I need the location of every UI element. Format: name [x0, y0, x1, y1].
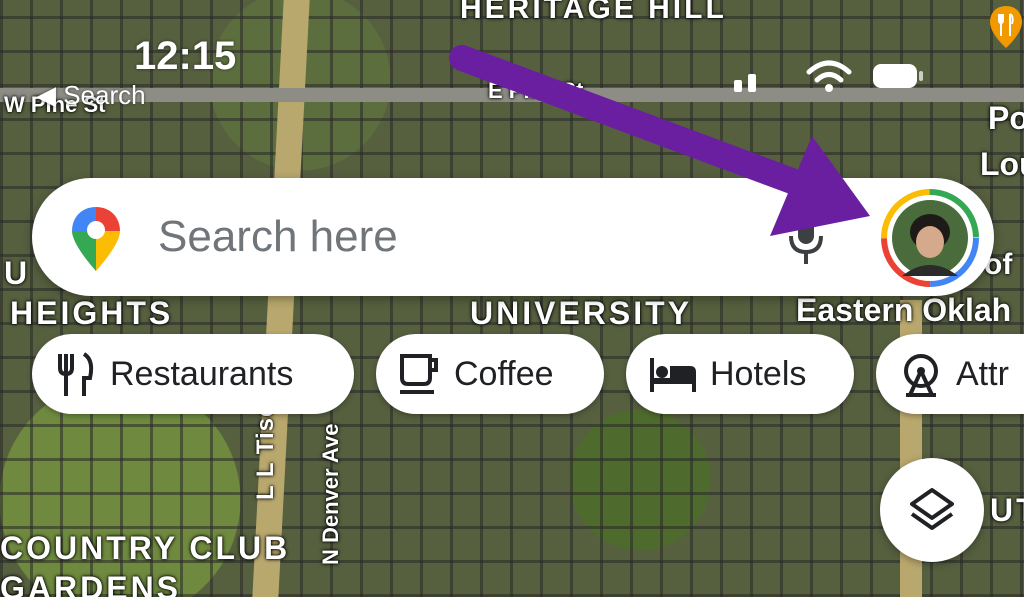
restaurant-pin-icon[interactable] [988, 4, 1024, 50]
account-avatar-button[interactable] [880, 188, 980, 288]
map-label-n-denver: N Denver Ave [318, 423, 343, 565]
back-to-search-link[interactable]: ◀ Search [36, 80, 146, 111]
map-label-ut: UT [990, 492, 1024, 528]
chip-attractions[interactable]: Attr [876, 334, 1024, 414]
chip-coffee[interactable]: Coffee [376, 334, 604, 414]
map-label-eastern-oklahoma: Eastern Oklah [796, 292, 1012, 328]
layers-button[interactable] [880, 458, 984, 562]
map-label-u: U [4, 255, 31, 291]
map-label-po: Po [988, 100, 1024, 136]
search-input[interactable]: Search here [158, 212, 398, 262]
chip-hotels-label: Hotels [710, 354, 807, 393]
bed-icon [650, 358, 696, 392]
layers-icon [910, 488, 954, 530]
chip-attractions-label: Attr [956, 354, 1009, 393]
chip-restaurants-label: Restaurants [110, 354, 294, 393]
status-time: 12:15 [134, 34, 237, 78]
coffee-cup-icon [400, 354, 438, 394]
map-label-gardens: GARDENS [0, 570, 182, 597]
google-maps-pin-icon [72, 207, 120, 271]
chip-restaurants[interactable]: Restaurants [32, 334, 354, 414]
map-label-country-club: COUNTRY CLUB [0, 530, 291, 566]
map-label-lou: Lou [980, 146, 1024, 182]
ferris-wheel-icon [904, 354, 938, 397]
annotation-arrow-icon [449, 45, 870, 236]
chip-coffee-label: Coffee [454, 354, 554, 393]
fork-knife-icon [58, 352, 94, 396]
map-label-heritage-hill: HERITAGE HILL [460, 0, 727, 25]
map-label-heights: HEIGHTS [10, 295, 174, 331]
map-label-university: UNIVERSITY [470, 295, 693, 331]
chip-hotels[interactable]: Hotels [626, 334, 854, 414]
